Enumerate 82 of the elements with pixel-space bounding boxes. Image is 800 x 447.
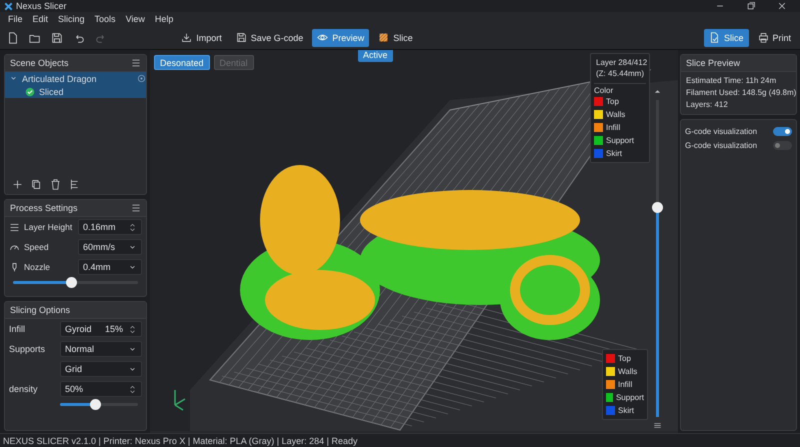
dropdown-field[interactable]: 60mm/s [78, 239, 142, 255]
spin-field[interactable]: Gyroid 15% [60, 321, 142, 337]
close-icon[interactable] [777, 1, 787, 11]
legend-label: Walls [606, 110, 626, 119]
legend-label: Top [606, 97, 619, 106]
spinner-arrows-icon [128, 324, 137, 334]
field-label: Layer Height [24, 222, 72, 232]
stat-text: Estimated Time: 11h 24m [685, 75, 778, 87]
status-text: NEXUS SLICER v2.1.0 | Printer: Nexus Pro X | Material: PLA (Gray) | Layer: 284 | Ready [3, 436, 358, 446]
legend-label: Skirt [618, 406, 634, 415]
menu-icon[interactable] [131, 58, 141, 68]
download-icon [181, 32, 192, 43]
menu-item[interactable]: Slicing [53, 14, 90, 24]
legend-label: Infill [606, 123, 620, 132]
copy-icon[interactable] [31, 179, 42, 190]
spinner-arrows-icon [128, 222, 137, 232]
stat-text: Layers: 412 [685, 99, 729, 111]
printer-icon [758, 32, 768, 43]
slider-thumb[interactable] [90, 398, 102, 410]
toggle-label: G-code visualization [685, 126, 758, 136]
panel-title: Slice Preview [686, 58, 740, 68]
lines-icon [9, 222, 20, 232]
toggle-label: G-code visualization [685, 140, 758, 150]
toolbar-button[interactable]: Import [176, 28, 227, 46]
stat-text: Filament Used: 148.5g (49.8m) [685, 87, 796, 99]
dropdown-field[interactable]: Normal [60, 341, 142, 357]
menu-item[interactable]: Tools [90, 14, 121, 24]
restore-icon[interactable] [746, 1, 756, 11]
field-label: Speed [24, 242, 49, 252]
tree-item[interactable]: Sliced [5, 85, 146, 98]
panel-title: Process Settings [10, 203, 78, 213]
view-mode-tab[interactable]: Desonated [154, 55, 210, 70]
tree-item[interactable]: Articulated Dragon [5, 72, 146, 85]
add-icon[interactable] [12, 179, 23, 190]
dropdown-field[interactable]: Grid [60, 361, 142, 377]
save-icon [236, 32, 247, 43]
panel-title: Slicing Options [10, 305, 70, 315]
toolbar-button[interactable]: Slice [704, 28, 748, 46]
legend-label: Support [616, 393, 644, 402]
tooltip: Active [358, 50, 393, 62]
sliders-icon[interactable] [652, 421, 662, 430]
target-icon [137, 74, 146, 83]
legend-label: Skirt [606, 149, 622, 158]
hatched-square-icon [378, 32, 390, 43]
menu-icon[interactable] [131, 203, 141, 213]
slider-thumb[interactable] [66, 276, 76, 288]
menu-item[interactable]: File [3, 14, 28, 24]
legend-title: Color [594, 86, 614, 95]
dropdown-field[interactable]: 0.4mm [78, 259, 142, 275]
toggle-switch[interactable] [773, 126, 792, 136]
toggle-switch[interactable] [773, 140, 792, 150]
field-label: density [9, 384, 38, 394]
toolbar-button[interactable]: Slice [373, 28, 418, 46]
new-file-icon[interactable] [7, 32, 19, 44]
spin-field[interactable]: 0.16mm [78, 219, 142, 235]
tree-label: Sliced [39, 86, 64, 96]
eye-icon [317, 32, 328, 43]
menu-item[interactable]: Help [150, 14, 178, 24]
spinner-arrows-icon [128, 384, 137, 394]
field-label: Supports [9, 344, 46, 354]
x-logo-icon [4, 2, 13, 10]
toolbar-button[interactable]: Print [752, 28, 796, 46]
legend-label: Infill [618, 380, 632, 389]
save-icon[interactable] [51, 32, 63, 44]
trash-icon[interactable] [50, 179, 61, 190]
panel-title: Scene Objects [10, 58, 69, 68]
align-icon[interactable] [69, 179, 80, 190]
legend-label: Walls [618, 367, 638, 376]
document-icon [708, 32, 720, 43]
toolbar-button[interactable]: Save G-code [230, 28, 308, 46]
field-label: Infill [9, 324, 26, 334]
field-label: Nozzle [24, 262, 50, 272]
spin-field[interactable]: 50% [60, 381, 142, 397]
toolbar-button[interactable]: Preview [312, 28, 370, 46]
layer-z: (Z: 45.44mm) [596, 68, 644, 79]
legend-label: Support [606, 136, 634, 145]
legend-label: Top [618, 354, 631, 363]
menu-item[interactable]: Edit [28, 14, 54, 24]
menu-item[interactable]: View [120, 14, 150, 24]
check-circle-icon [25, 86, 35, 96]
tree-label: Articulated Dragon [22, 74, 97, 84]
window-title: Nexus Slicer [16, 1, 67, 11]
